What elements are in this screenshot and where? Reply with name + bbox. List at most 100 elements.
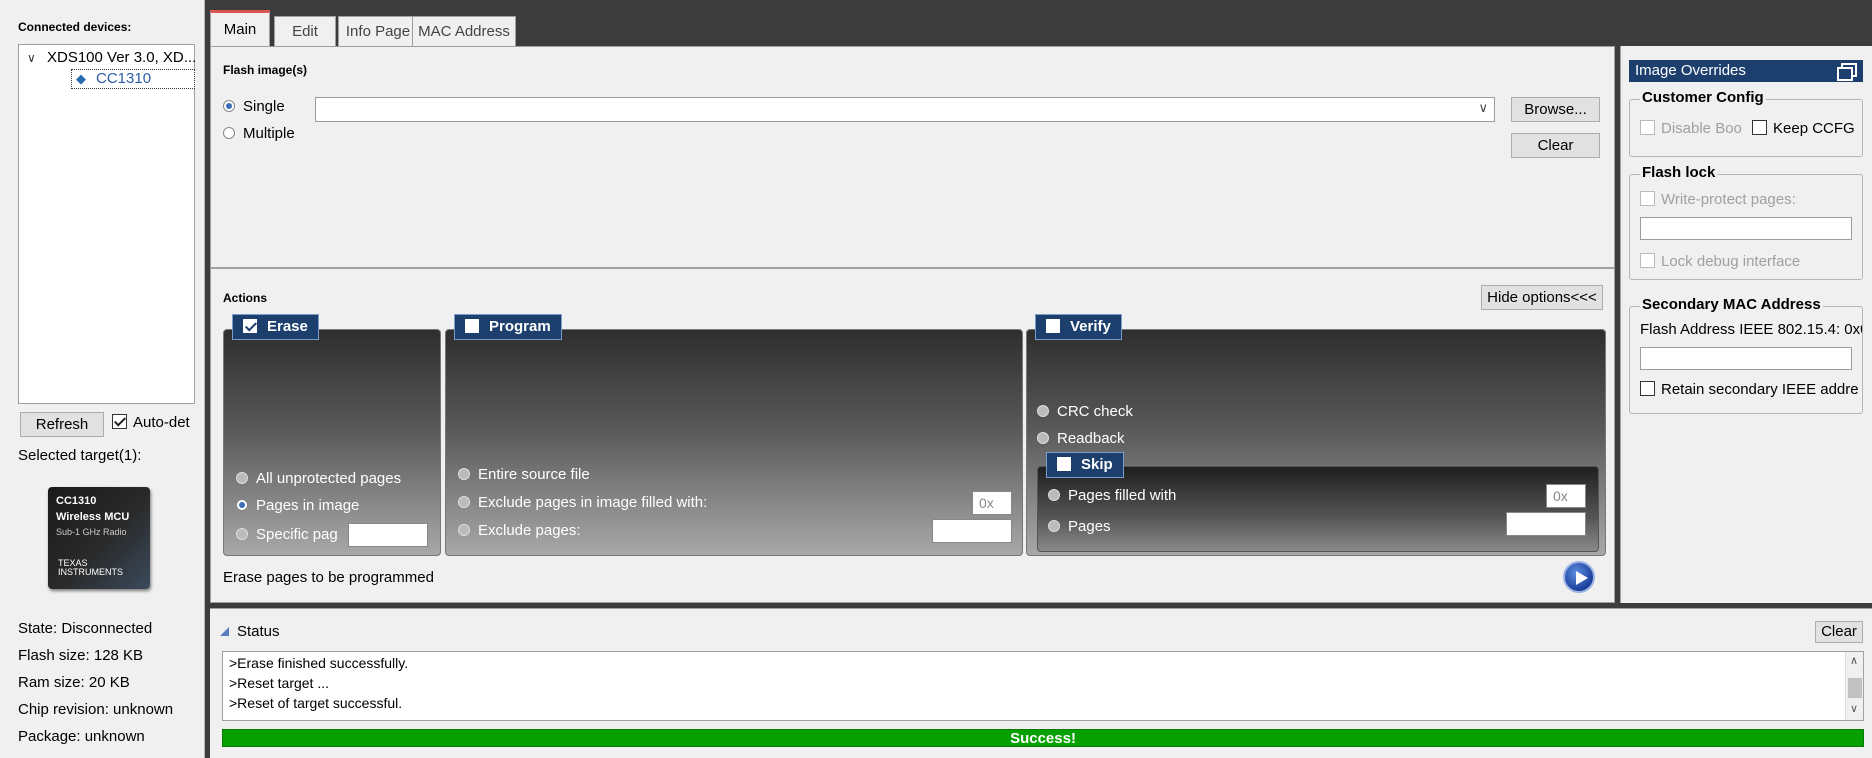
clear-image-button[interactable]: Clear [1511,133,1600,158]
selected-target-label: Selected target(1): [18,447,142,464]
readback-radio[interactable]: Readback [1037,430,1125,447]
multiple-radio[interactable]: Multiple [223,125,295,142]
chip-image: CC1310 Wireless MCU Sub-1 GHz Radio TEXA… [48,487,150,589]
flash-lock-group: Flash lock Write-protect pages: Lock deb… [1629,164,1863,280]
erase-note-text: Erase pages to be programmed [223,569,434,586]
erase-image-radio[interactable]: Pages in image [236,497,359,514]
image-path-combo[interactable]: ∨ [315,97,1495,122]
log-line: >Reset target ... [229,675,329,691]
verify-toggle[interactable]: Verify [1035,314,1122,340]
radio-icon[interactable] [223,100,235,112]
state-text: State: Disconnected [18,620,153,637]
flash-size-text: Flash size: 128 KB [18,647,144,664]
retain-secondary-checkbox[interactable]: Retain secondary IEEE addre [1640,381,1862,398]
status-log[interactable]: >Erase finished successfully. >Reset tar… [222,651,1864,721]
tab-info-page[interactable]: Info Page [338,16,418,46]
lock-debug-checkbox[interactable]: Lock debug interface [1640,253,1800,270]
skip-toggle[interactable]: Skip [1046,452,1124,478]
tree-item-device[interactable]: ∨ XDS100 Ver 3.0, XD... [27,49,196,66]
flash-image-section: Flash image(s) Single Multiple ∨ Browse.… [210,46,1615,268]
refresh-button[interactable]: Refresh [20,412,104,437]
customer-config-group: Customer Config Disable Boo Keep CCFG [1629,89,1863,157]
secondary-mac-group: Secondary MAC Address Flash Address IEEE… [1629,296,1863,414]
chip-icon: ◆ [76,71,86,86]
auto-detect-checkbox[interactable]: Auto-det [112,414,190,431]
skip-filled-radio[interactable]: Pages filled with [1048,487,1176,504]
specific-pages-input[interactable] [348,523,428,547]
chip-name: CC1310 [56,495,97,507]
restore-window-icon[interactable] [1837,63,1857,81]
skip-group: Skip Pages filled with 0x Pages [1037,452,1599,552]
erase-toggle[interactable]: Erase [232,314,319,340]
crc-check-radio[interactable]: CRC check [1037,403,1133,420]
program-exclude-filled-radio[interactable]: Exclude pages in image filled with: [458,494,707,511]
skip-filled-input[interactable]: 0x [1546,484,1586,508]
flash-lock-legend: Flash lock [1640,164,1718,181]
keep-ccfg-checkbox[interactable]: Keep CCFG [1752,120,1855,137]
program-toggle[interactable]: Program [454,314,562,340]
device-label: XDS100 Ver 3.0, XD... [47,49,197,66]
collapse-triangle-icon[interactable] [220,627,229,636]
status-header[interactable]: Status [220,623,280,640]
tab-edit[interactable]: Edit [274,16,336,46]
erase-group: Erase All unprotected pages Pages in ima… [223,314,441,556]
status-section: Status Clear >Erase finished successfull… [210,608,1872,758]
auto-detect-label: Auto-det [133,414,190,431]
erase-all-radio[interactable]: All unprotected pages [236,470,401,487]
radio-icon[interactable] [223,127,235,139]
chevron-down-icon[interactable]: ∨ [27,51,47,65]
log-scrollbar[interactable]: ∧ ∨ [1845,652,1863,720]
checkbox-icon[interactable] [1057,457,1071,471]
device-tree[interactable]: ∨ XDS100 Ver 3.0, XD... ◆ CC1310 [18,44,196,404]
image-overrides-panel: Image Overrides Customer Config Disable … [1620,46,1872,603]
erase-specific-radio[interactable]: Specific pag [236,526,338,543]
ram-size-text: Ram size: 20 KB [18,674,130,691]
skip-pages-radio[interactable]: Pages [1048,518,1111,535]
checkbox-icon[interactable] [112,414,127,429]
checkbox-icon[interactable] [1046,319,1060,333]
browse-button[interactable]: Browse... [1511,97,1600,122]
program-entire-radio[interactable]: Entire source file [458,466,590,483]
program-exclude-pages-radio[interactable]: Exclude pages: [458,522,581,539]
log-line: >Erase finished successfully. [229,655,409,671]
checkbox-icon[interactable] [243,319,257,333]
actions-heading: Actions [223,291,268,305]
connected-devices-panel: Connected devices: ∨ XDS100 Ver 3.0, XD..… [0,0,205,758]
single-radio[interactable]: Single [223,98,285,115]
disable-boot-checkbox[interactable]: Disable Boo [1640,120,1742,137]
scroll-up-icon[interactable]: ∧ [1850,654,1858,667]
play-icon[interactable] [1563,561,1595,593]
verify-group: Verify CRC check Readback Skip Pages fil… [1026,314,1606,556]
write-protect-checkbox[interactable]: Write-protect pages: [1640,191,1796,208]
skip-pages-input[interactable] [1506,512,1586,536]
ti-logo: TEXAS INSTRUMENTS [58,558,123,577]
exclude-pages-input[interactable] [932,519,1012,543]
actions-section: Actions Hide options<<< Erase All unprot… [210,268,1615,603]
exclude-filled-input[interactable]: 0x [972,491,1012,515]
secondary-mac-legend: Secondary MAC Address [1640,296,1823,313]
target-label: CC1310 [96,70,152,87]
program-group: Program Entire source file Exclude pages… [445,314,1023,556]
chip-radio: Sub-1 GHz Radio [56,527,127,537]
progress-bar: Success! [222,729,1864,747]
connected-devices-header: Connected devices: [18,20,132,34]
tab-main[interactable]: Main [210,10,270,47]
checkbox-icon[interactable] [465,319,479,333]
chip-subtitle: Wireless MCU [56,511,130,523]
clear-log-button[interactable]: Clear [1815,621,1863,643]
mac-address-input[interactable] [1640,347,1852,370]
tree-item-target[interactable]: ◆ CC1310 [71,69,195,89]
flash-address-label: Flash Address IEEE 802.15.4: 0x0 [1640,321,1862,338]
hide-options-button[interactable]: Hide options<<< [1481,285,1603,310]
flash-image-heading: Flash image(s) [223,63,308,77]
package-text: Package: unknown [18,728,145,745]
write-protect-input[interactable] [1640,217,1852,240]
scroll-down-icon[interactable]: ∨ [1850,702,1858,715]
log-line: >Reset of target successful. [229,695,403,711]
chip-revision-text: Chip revision: unknown [18,701,174,718]
tab-mac-address[interactable]: MAC Address [412,16,516,46]
chevron-down-icon[interactable]: ∨ [1478,100,1488,116]
image-overrides-title: Image Overrides [1629,60,1863,82]
scroll-thumb[interactable] [1848,678,1862,698]
customer-config-legend: Customer Config [1640,89,1766,106]
